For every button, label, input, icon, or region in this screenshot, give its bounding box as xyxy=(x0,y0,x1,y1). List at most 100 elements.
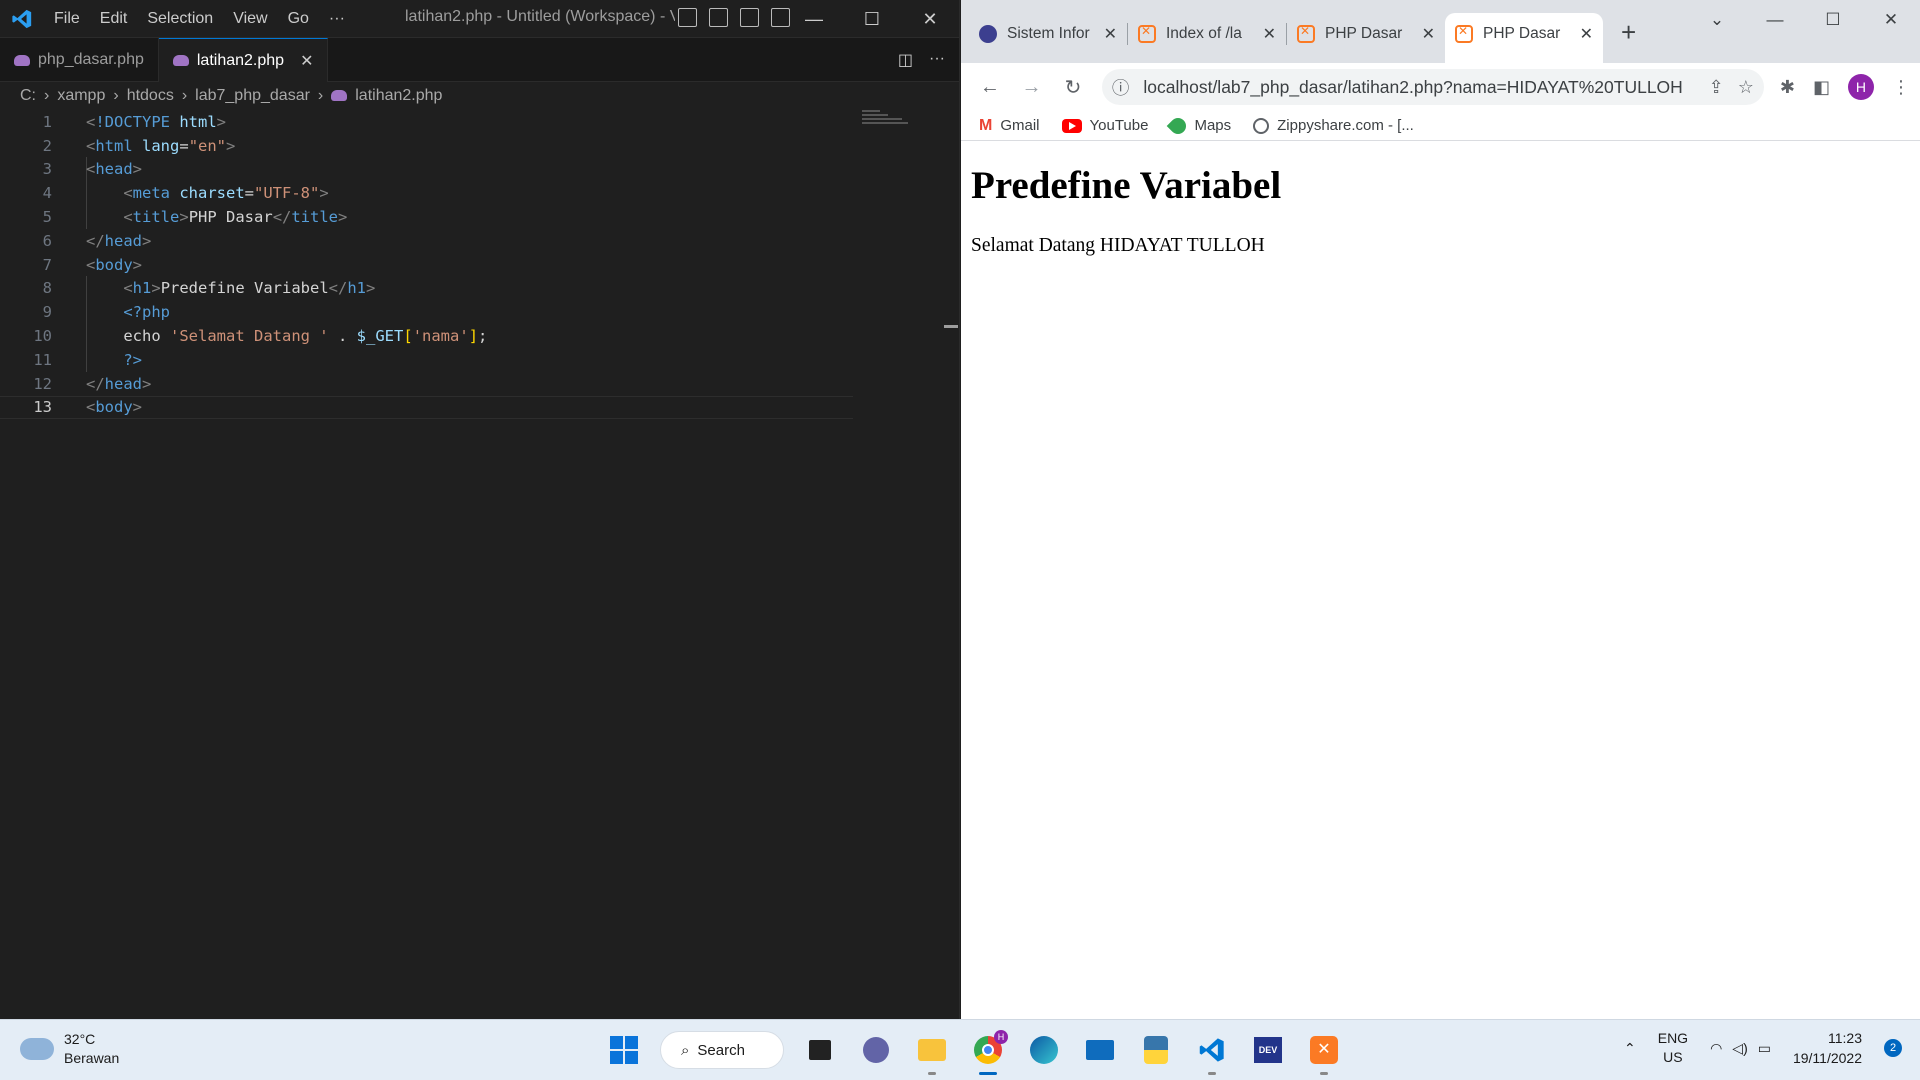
tab-close-icon[interactable]: ✕ xyxy=(1263,24,1276,44)
language-indicator[interactable]: ENG US xyxy=(1658,1029,1688,1067)
minimap[interactable] xyxy=(862,108,942,130)
breadcrumb-item[interactable]: htdocs xyxy=(127,87,174,105)
bookmark-label: Maps xyxy=(1194,117,1232,134)
extensions-puzzle-icon[interactable]: ✱ xyxy=(1780,77,1795,98)
share-icon[interactable]: ⇪ xyxy=(1709,77,1724,98)
vscode-window-controls: — ☐ ✕ xyxy=(785,0,959,38)
weather-desc: Berawan xyxy=(64,1050,120,1066)
start-button[interactable] xyxy=(604,1030,644,1070)
code-editor[interactable]: 1 <!DOCTYPE html> 2 <html lang="en"> 3 <hea… xyxy=(0,110,959,1019)
bookmark-gmail[interactable]: M Gmail xyxy=(979,117,1040,135)
code-text: <title>PHP Dasar</title> xyxy=(123,208,348,227)
editor-tabs: php_dasar.php latihan2.php ✕ ◫ ··· xyxy=(0,38,959,82)
new-tab-button[interactable]: + xyxy=(1621,17,1636,48)
breadcrumb-item[interactable]: C: xyxy=(20,87,36,105)
tab-close-icon[interactable]: ✕ xyxy=(1104,24,1117,44)
chrome-menu-icon[interactable]: ⋮ xyxy=(1892,77,1910,98)
reload-icon[interactable]: ↻ xyxy=(1054,75,1092,100)
forward-icon[interactable]: → xyxy=(1013,76,1051,99)
breadcrumb-item[interactable]: latihan2.php xyxy=(355,87,442,105)
tab-label: Sistem Infor xyxy=(1007,25,1090,42)
file-explorer-icon[interactable] xyxy=(912,1030,952,1075)
python-icon[interactable] xyxy=(1136,1030,1176,1070)
tab-close-icon[interactable]: ✕ xyxy=(300,51,313,71)
maximize-icon[interactable]: ☐ xyxy=(1804,10,1862,30)
vscode-window: File Edit Selection View Go ··· latihan2… xyxy=(0,0,960,1019)
bookmark-star-icon[interactable]: ☆ xyxy=(1738,77,1754,98)
toggle-panel-icon[interactable] xyxy=(709,8,728,27)
code-line: 10 echo 'Selamat Datang ' . $_GET['nama'… xyxy=(0,324,959,348)
bookmark-youtube[interactable]: YouTube xyxy=(1061,117,1149,134)
menu-more[interactable]: ··· xyxy=(319,10,355,28)
code-text: <body> xyxy=(86,398,143,417)
teams-chat-icon[interactable] xyxy=(856,1030,896,1070)
chevron-up-icon[interactable]: ⌃ xyxy=(1624,1040,1636,1057)
url-text[interactable]: localhost/lab7_php_dasar/latihan2.php?na… xyxy=(1143,77,1694,98)
menu-file[interactable]: File xyxy=(44,10,90,28)
time: 11:23 xyxy=(1828,1030,1862,1046)
chrome-tab[interactable]: Sistem Infor ✕ xyxy=(969,14,1127,54)
clock[interactable]: 11:23 19/11/2022 xyxy=(1793,1028,1862,1068)
wifi-icon[interactable]: ◠ xyxy=(1710,1040,1722,1057)
bookmark-label: YouTube xyxy=(1089,117,1149,134)
site-info-icon[interactable]: ⓘ xyxy=(1112,75,1130,100)
task-view-icon[interactable] xyxy=(800,1030,840,1070)
code-line-current: 13 <body> xyxy=(0,395,853,420)
edge-icon[interactable] xyxy=(1024,1030,1064,1070)
mail-icon[interactable] xyxy=(1080,1030,1120,1070)
running-indicator xyxy=(1208,1072,1216,1075)
more-actions-icon[interactable]: ··· xyxy=(929,50,945,70)
line-number: 10 xyxy=(33,327,52,346)
running-indicator xyxy=(1320,1072,1328,1075)
close-icon[interactable]: ✕ xyxy=(901,0,959,38)
tab-latihan2[interactable]: latihan2.php ✕ xyxy=(158,38,329,82)
breadcrumb-item[interactable]: xampp xyxy=(57,87,105,105)
profile-avatar[interactable]: H xyxy=(1847,74,1874,100)
split-editor-icon[interactable]: ◫ xyxy=(898,50,913,70)
taskbar-apps: ⌕ Search H DEV ✕ xyxy=(604,1030,1344,1075)
bookmark-zippyshare[interactable]: Zippyshare.com - [... xyxy=(1253,117,1414,134)
minimize-icon[interactable]: — xyxy=(785,0,843,38)
code-text: <body> xyxy=(86,255,143,274)
chrome-taskbar-icon[interactable]: H xyxy=(968,1030,1008,1075)
minimize-icon[interactable]: — xyxy=(1746,10,1804,30)
code-text: </head> xyxy=(86,231,152,250)
breadcrumb-item[interactable]: lab7_php_dasar xyxy=(195,87,310,105)
menu-view[interactable]: View xyxy=(223,10,277,28)
menu-edit[interactable]: Edit xyxy=(90,10,138,28)
close-icon[interactable]: ✕ xyxy=(1862,10,1920,30)
bookmarks-bar: M Gmail YouTube Maps Zippyshare.com - [..… xyxy=(961,111,1920,141)
devcpp-icon[interactable]: DEV xyxy=(1248,1030,1288,1070)
menu-selection[interactable]: Selection xyxy=(137,10,223,28)
toggle-secondary-sidebar-icon[interactable] xyxy=(740,8,759,27)
maps-icon xyxy=(1167,114,1190,137)
tab-search-icon[interactable]: ⌄ xyxy=(1688,10,1746,30)
scrollbar-thumb[interactable] xyxy=(944,325,958,328)
chrome-tab[interactable]: PHP Dasar ✕ xyxy=(1287,14,1445,54)
code-text: <h1>Predefine Variabel</h1> xyxy=(123,279,376,298)
side-panel-icon[interactable]: ◧ xyxy=(1813,77,1830,98)
back-icon[interactable]: ← xyxy=(971,76,1009,99)
php-file-icon xyxy=(331,90,348,101)
breadcrumb: C: › xampp › htdocs › lab7_php_dasar › latih… xyxy=(0,82,959,109)
toggle-sidebar-icon[interactable] xyxy=(678,8,697,27)
bookmark-maps[interactable]: Maps xyxy=(1167,114,1232,137)
omnibox-actions: ⇪ ☆ xyxy=(1709,77,1754,98)
taskbar-search[interactable]: ⌕ Search xyxy=(660,1031,784,1069)
weather-widget[interactable]: 32°C Berawan xyxy=(16,1030,120,1068)
tab-close-icon[interactable]: ✕ xyxy=(1422,24,1435,44)
volume-icon[interactable]: ◁) xyxy=(1732,1040,1747,1057)
chrome-tab[interactable]: Index of /la ✕ xyxy=(1128,14,1286,54)
vscode-taskbar-icon[interactable] xyxy=(1192,1030,1232,1075)
battery-icon[interactable]: ▭ xyxy=(1758,1040,1771,1057)
xampp-taskbar-icon[interactable]: ✕ xyxy=(1304,1030,1344,1075)
tab-close-icon[interactable]: ✕ xyxy=(1580,24,1593,44)
desktop: File Edit Selection View Go ··· latihan2… xyxy=(0,0,1920,1080)
tab-php-dasar[interactable]: php_dasar.php xyxy=(0,38,159,82)
code-text: <meta charset="UTF-8"> xyxy=(123,184,329,203)
notification-badge[interactable]: 2 xyxy=(1884,1039,1902,1057)
chrome-tab-active[interactable]: PHP Dasar ✕ xyxy=(1445,13,1603,63)
menu-go[interactable]: Go xyxy=(278,10,319,28)
address-bar[interactable]: ⓘ localhost/lab7_php_dasar/latihan2.php?… xyxy=(1101,69,1764,105)
maximize-icon[interactable]: ☐ xyxy=(843,0,901,38)
